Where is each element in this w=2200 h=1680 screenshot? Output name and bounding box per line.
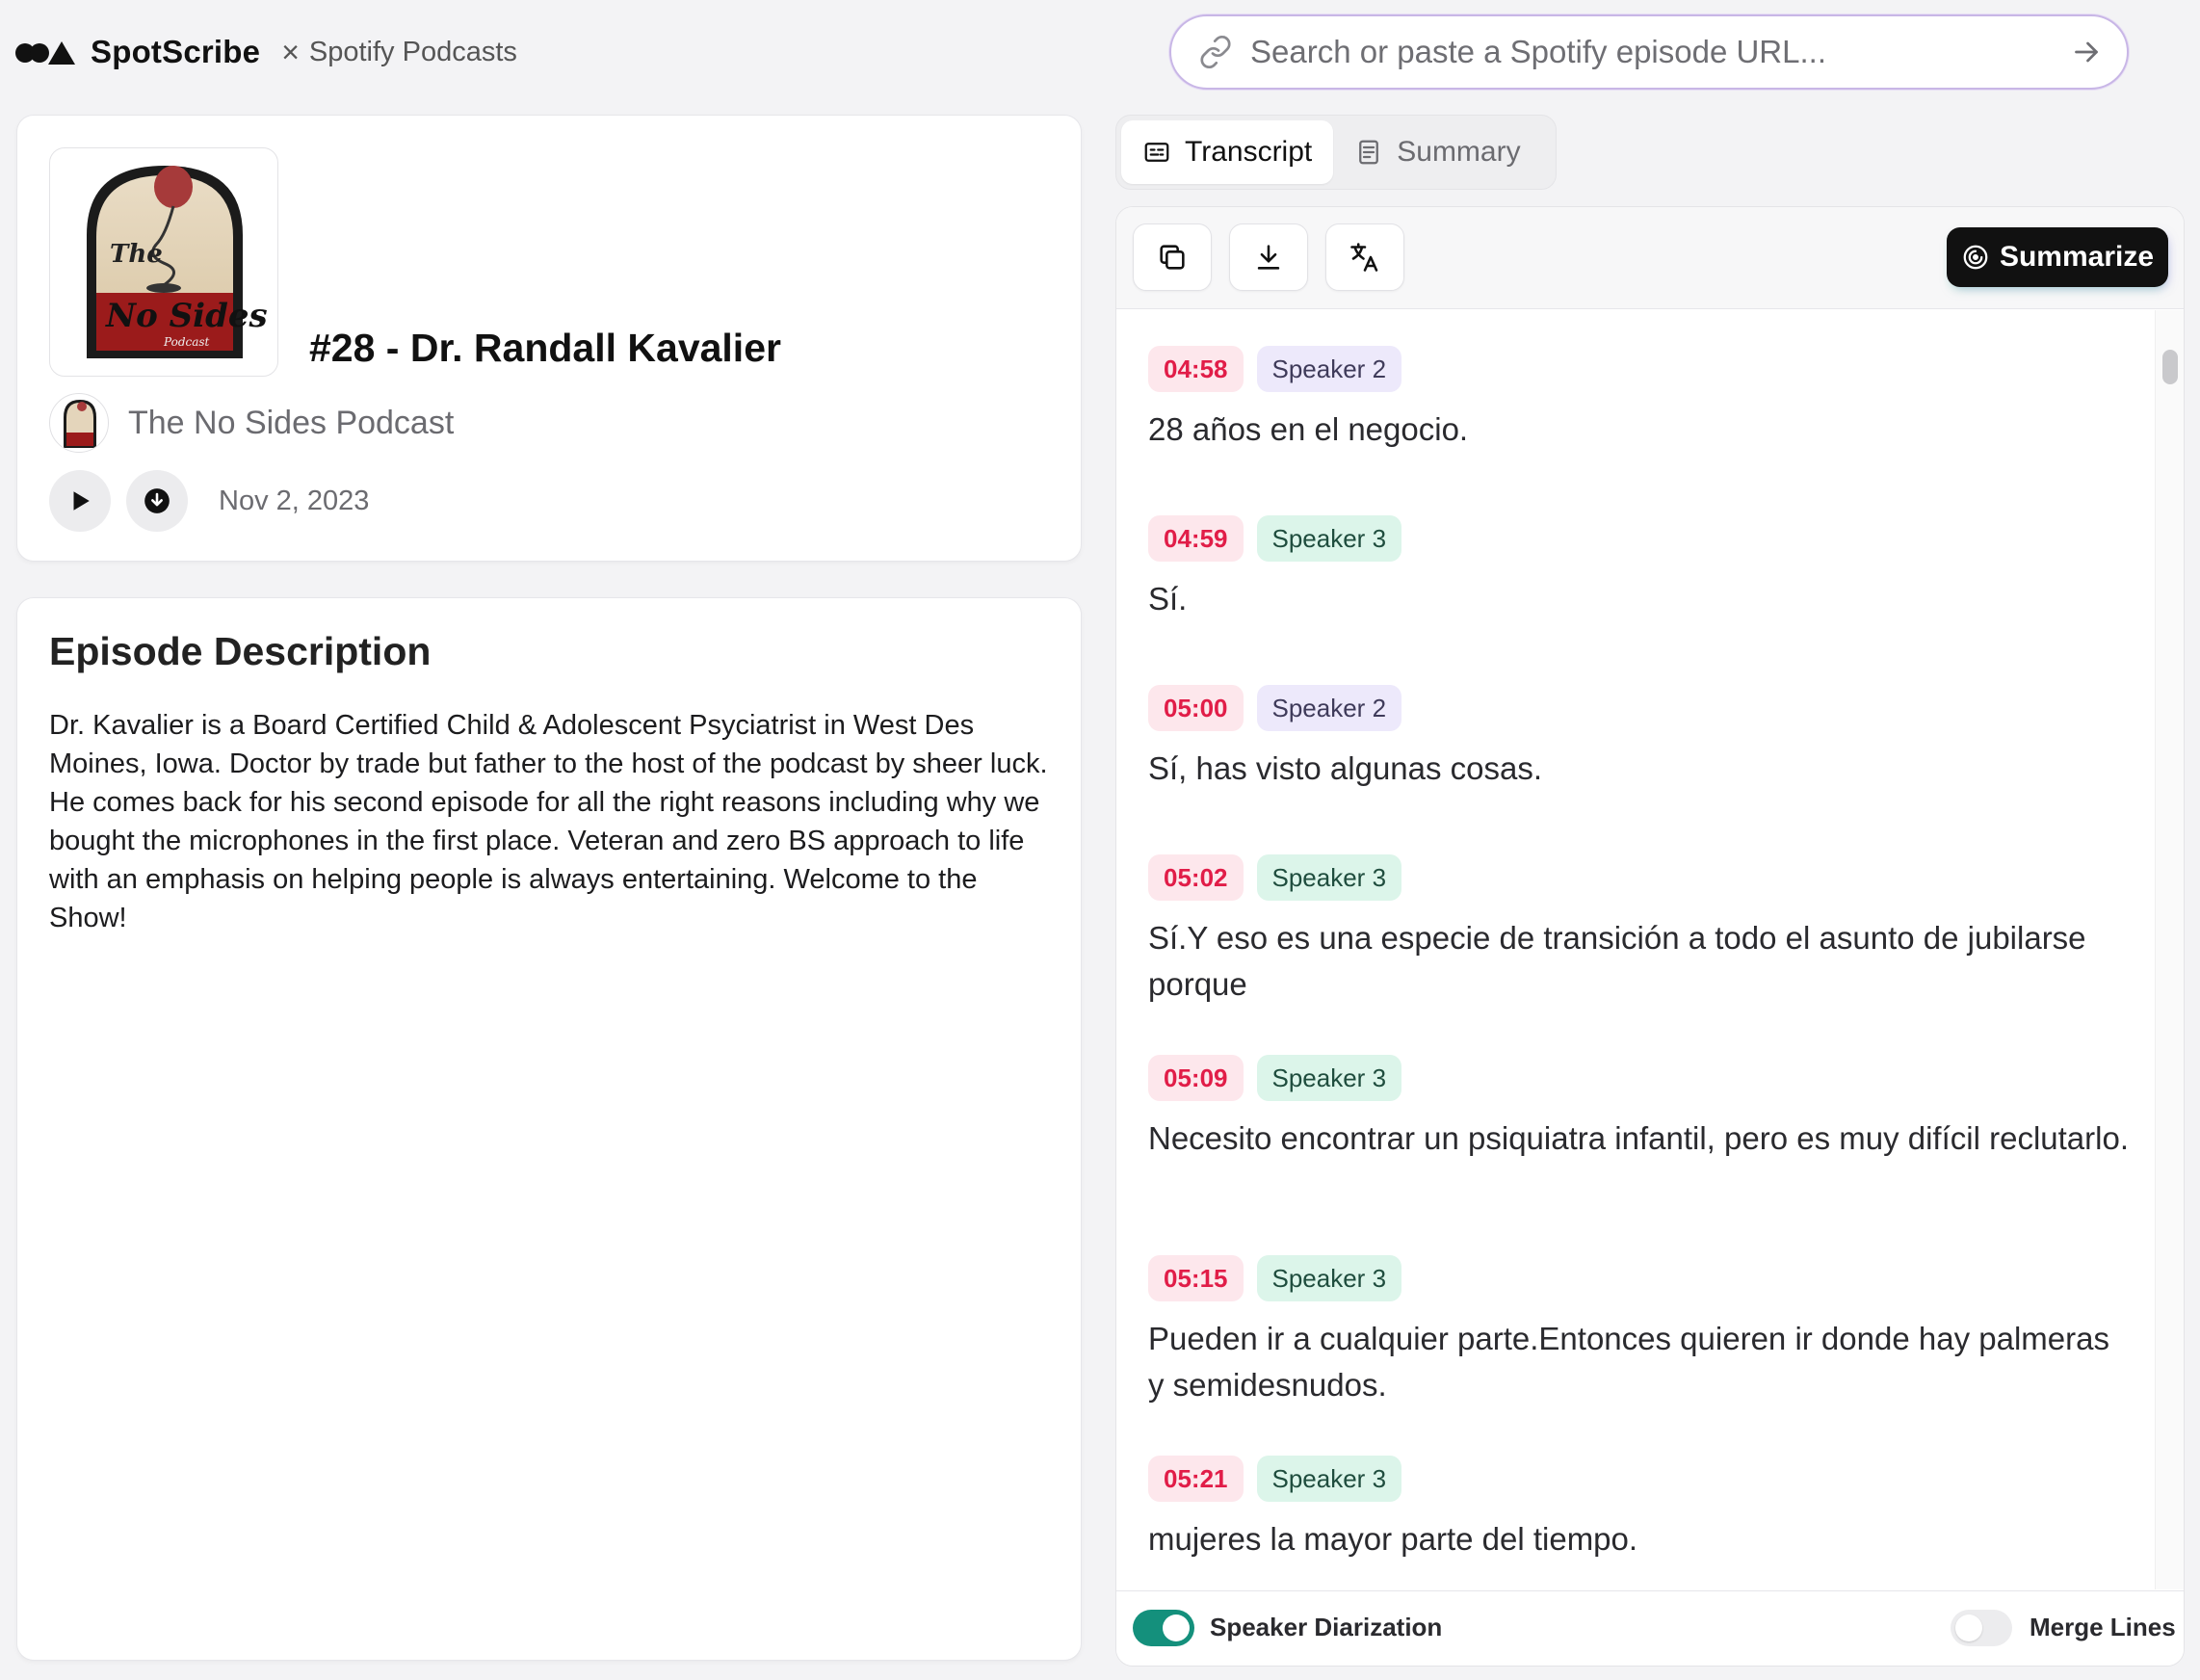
podcast-avatar (49, 393, 109, 453)
copy-button[interactable] (1133, 223, 1212, 291)
transcript-toolbar: Summarize (1116, 207, 2184, 309)
scrollbar-thumb[interactable] (2162, 350, 2178, 384)
transcript-segment: 05:02 Speaker 3 Sí.Y eso es una especie … (1148, 853, 2131, 1008)
timestamp-badge[interactable]: 05:02 (1148, 854, 1244, 901)
timestamp-badge[interactable]: 04:58 (1148, 346, 1244, 392)
episode-title: #28 - Dr. Randall Kavalier (309, 326, 781, 370)
summarize-label: Summarize (1999, 241, 2155, 273)
transcript-segment: 04:59 Speaker 3 Sí. (1148, 514, 2131, 622)
download-icon (1257, 245, 1280, 270)
brand[interactable]: SpotScribe × Spotify Podcasts (15, 29, 517, 75)
timestamp-badge[interactable]: 05:09 (1148, 1055, 1244, 1101)
download-button[interactable] (126, 470, 188, 532)
transcript-segment: 05:15 Speaker 3 Pueden ir a cualquier pa… (1148, 1254, 2131, 1408)
tab-transcript[interactable]: Transcript (1121, 120, 1334, 184)
transcript-segment: 05:21 Speaker 3 mujeres la mayor parte d… (1148, 1455, 2131, 1562)
segment-text: Sí, has visto algunas cosas. (1148, 750, 1543, 786)
transcript-footer: Speaker Diarization Merge Lines (1116, 1590, 2184, 1666)
scrollbar-track[interactable] (2155, 310, 2184, 1589)
description-card: Episode Description Dr. Kavalier is a Bo… (16, 597, 1082, 1661)
document-icon (1359, 140, 1379, 165)
tab-summary[interactable]: Summary (1333, 120, 1541, 184)
timestamp-badge[interactable]: 05:00 (1148, 685, 1244, 731)
download-transcript-button[interactable] (1229, 223, 1308, 291)
play-icon (73, 491, 90, 511)
merge-lines-toggle[interactable] (1951, 1610, 2012, 1646)
episode-cover: The No Sides Podcast (49, 147, 278, 377)
description-heading: Episode Description (49, 629, 432, 673)
sparkle-icon (1963, 245, 1988, 270)
translate-icon (1350, 243, 1378, 272)
timestamp-badge[interactable]: 05:21 (1148, 1456, 1244, 1502)
episode-date: Nov 2, 2023 (219, 485, 370, 516)
segment-text: Necesito encontrar un psiquiatra infanti… (1148, 1120, 2129, 1156)
speaker-diarization-label: Speaker Diarization (1210, 1613, 1443, 1641)
download-icon (144, 488, 170, 513)
segment-text: mujeres la mayor parte del tiempo. (1148, 1521, 1638, 1557)
speaker-badge: Speaker 3 (1256, 854, 1402, 901)
description-text: Dr. Kavalier is a Board Certified Child … (49, 710, 1048, 933)
speaker-diarization-toggle[interactable] (1133, 1610, 1194, 1646)
segment-text: Sí.Y eso es una especie de transición a … (1148, 920, 2086, 1002)
transcript-segment: 05:09 Speaker 3 Necesito encontrar un ps… (1148, 1054, 2131, 1162)
brand-name: SpotScribe (91, 34, 261, 69)
segment-text: 28 años en el negocio. (1148, 411, 1469, 447)
transcript-segment: 04:58 Speaker 2 28 años en el negocio. (1148, 345, 2131, 453)
cover-text-the: The (110, 240, 163, 269)
speaker-badge: Speaker 3 (1256, 1255, 1402, 1301)
search-bar[interactable] (1169, 14, 2129, 90)
brand-logo-icon (15, 38, 77, 66)
speaker-badge: Speaker 3 (1256, 515, 1402, 562)
timestamp-badge[interactable]: 04:59 (1148, 515, 1244, 562)
summarize-button[interactable]: Summarize (1947, 227, 2168, 287)
speaker-badge: Speaker 3 (1256, 1456, 1402, 1502)
transcript-panel: Summarize 04:58 Speaker 2 28 años en el … (1115, 206, 2185, 1667)
timestamp-badge[interactable]: 05:15 (1148, 1255, 1244, 1301)
close-icon: × (281, 34, 300, 69)
copy-icon (1160, 245, 1185, 270)
episode-card: The No Sides Podcast #28 - Dr. Randall K… (16, 115, 1082, 562)
merge-lines-label: Merge Lines (2030, 1613, 2176, 1641)
podcast-row[interactable]: The No Sides Podcast (49, 393, 454, 453)
speaker-badge: Speaker 2 (1256, 685, 1402, 731)
captions-icon (1144, 143, 1169, 162)
tab-summary-label: Summary (1397, 136, 1521, 168)
cover-text-sub: Podcast (163, 335, 210, 349)
segment-text: Sí. (1148, 581, 1188, 617)
segment-text: Pueden ir a cualquier parte.Entonces qui… (1148, 1321, 2109, 1403)
translate-button[interactable] (1325, 223, 1404, 291)
play-button[interactable] (49, 470, 111, 532)
tab-transcript-label: Transcript (1185, 136, 1313, 168)
view-tabs: Transcript Summary (1115, 115, 1557, 190)
link-icon (1200, 35, 1231, 69)
cover-text-title: No Sides (105, 297, 268, 335)
transcript-segment: 05:00 Speaker 2 Sí, has visto algunas co… (1148, 684, 2131, 792)
episode-actions: Nov 2, 2023 (49, 470, 369, 532)
speaker-badge: Speaker 2 (1256, 346, 1402, 392)
search-input[interactable] (1250, 34, 2069, 70)
top-header: SpotScribe × Spotify Podcasts (0, 0, 2200, 106)
section-name: Spotify Podcasts (308, 36, 517, 67)
transcript-list[interactable]: 04:58 Speaker 2 28 años en el negocio. 0… (1116, 310, 2155, 1589)
arrow-right-icon[interactable] (2069, 35, 2104, 69)
podcast-name[interactable]: The No Sides Podcast (128, 405, 454, 442)
speaker-badge: Speaker 3 (1256, 1055, 1402, 1101)
